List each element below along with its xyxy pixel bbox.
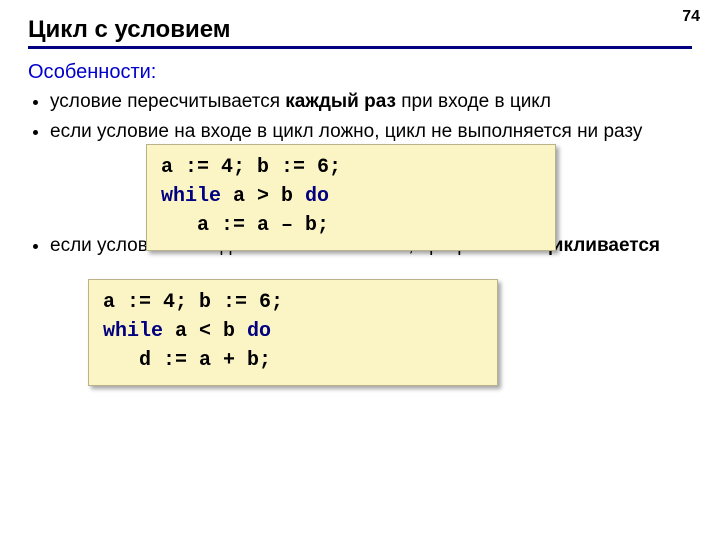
- code1-line3: a := a – b;: [161, 214, 329, 237]
- code2-line1: a := 4; b := 6;: [103, 291, 283, 314]
- bullet-1-pre: условие пересчитывается: [50, 91, 285, 112]
- bullet-list: условие пересчитывается каждый раз при в…: [50, 90, 692, 257]
- code2-line3: d := a + b;: [103, 349, 271, 372]
- slide-title: Цикл с условием: [28, 16, 692, 44]
- bullet-1-bold: каждый раз: [285, 91, 396, 112]
- code-block-1: a := 4; b := 6; while a > b do a := a – …: [146, 144, 556, 251]
- section-subhead: Особенности:: [28, 61, 692, 84]
- bullet-2: если условие на входе в цикл ложно, цикл…: [50, 120, 692, 144]
- code2-kw-while: while: [103, 320, 163, 343]
- code1-cond: a > b: [221, 185, 305, 208]
- code1-kw-while: while: [161, 185, 221, 208]
- code2-kw-do: do: [247, 320, 271, 343]
- code1-kw-do: do: [305, 185, 329, 208]
- code-block-2: a := 4; b := 6; while a < b do d := a + …: [88, 279, 498, 386]
- bullet-1-post: при входе в цикл: [396, 91, 551, 112]
- bullet-3: a := 4; b := 6; while a > b do a := a – …: [50, 150, 692, 258]
- slide: 74 Цикл с условием Особенности: условие …: [0, 0, 720, 540]
- code2-cond: a < b: [163, 320, 247, 343]
- bullet-1: условие пересчитывается каждый раз при в…: [50, 90, 692, 114]
- title-underline: [28, 46, 692, 49]
- page-number: 74: [682, 8, 700, 26]
- code1-line1: a := 4; b := 6;: [161, 156, 341, 179]
